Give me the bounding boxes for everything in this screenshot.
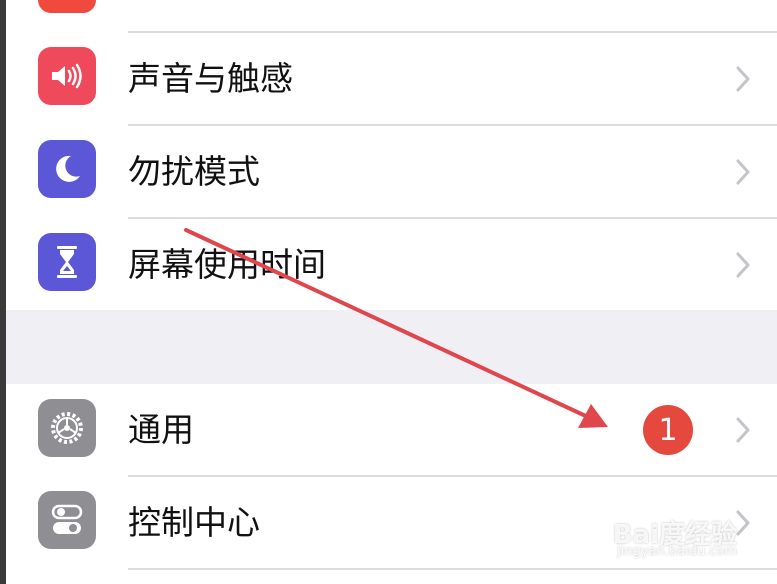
watermark-url: jingyan.baidu.com <box>617 544 737 559</box>
window-edge <box>0 0 6 584</box>
settings-row-general[interactable]: 通用 1 <box>6 384 777 476</box>
settings-row-screen-time[interactable]: 屏幕使用时间 <box>6 219 777 311</box>
update-badge: 1 <box>643 405 693 455</box>
chevron-right-icon <box>736 66 750 92</box>
gear-icon <box>38 399 96 457</box>
settings-row-label: 声音与触感 <box>128 59 293 98</box>
settings-row-label: 通知 <box>128 0 194 4</box>
moon-icon <box>38 140 96 198</box>
chevron-right-icon <box>736 159 750 185</box>
speaker-icon <box>38 47 96 105</box>
chevron-right-icon <box>736 417 750 443</box>
toggles-icon <box>38 491 96 549</box>
baidu-jingyan-watermark: Bai度经验 jingyan.baidu.com <box>587 514 737 562</box>
settings-row-label: 勿扰模式 <box>128 152 260 191</box>
settings-row-label: 控制中心 <box>128 503 260 542</box>
settings-row-do-not-disturb[interactable]: 勿扰模式 <box>6 126 777 218</box>
settings-row-notifications[interactable]: 通知 <box>6 0 777 30</box>
settings-row-label: 通用 <box>128 410 194 449</box>
settings-row-label: 屏幕使用时间 <box>128 245 326 284</box>
settings-group-top: 通知 声音与触感 勿扰模式 <box>6 0 777 310</box>
notifications-icon <box>38 0 96 13</box>
row-separator <box>128 568 777 570</box>
chevron-right-icon <box>736 252 750 278</box>
chevron-right-icon <box>736 510 750 536</box>
settings-row-sounds[interactable]: 声音与触感 <box>6 33 777 125</box>
hourglass-icon <box>38 233 96 291</box>
